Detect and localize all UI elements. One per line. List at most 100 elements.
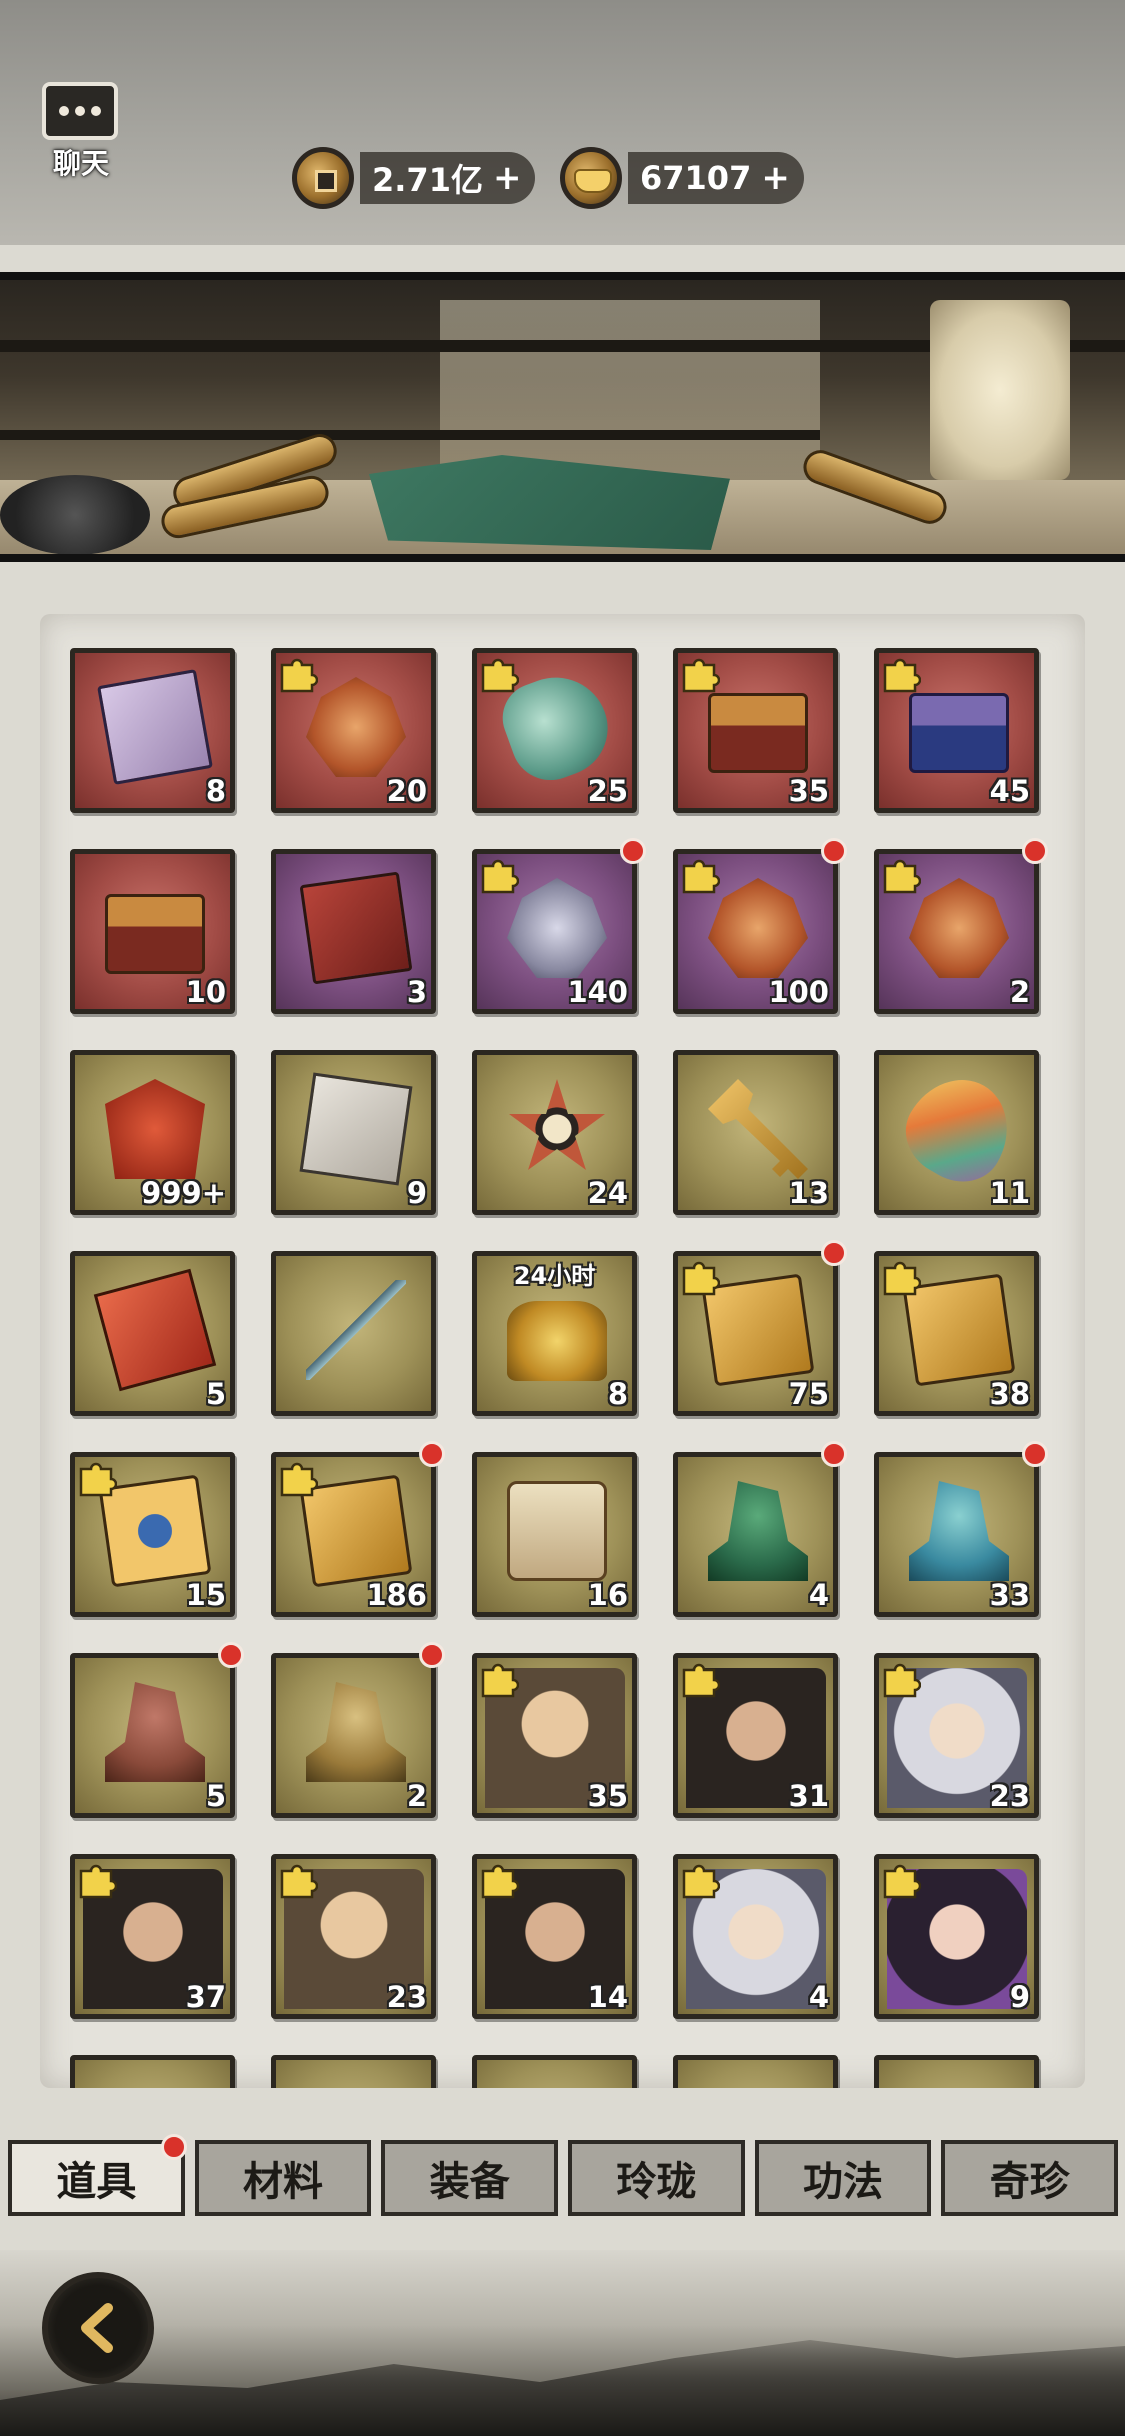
item-count: 10 xyxy=(185,975,226,1009)
inventory-slot[interactable]: 140 xyxy=(472,838,646,1014)
inventory-slot[interactable] xyxy=(271,2055,436,2088)
inventory-slot[interactable]: 4 xyxy=(673,1854,838,2019)
tab-5[interactable]: 奇珍 xyxy=(941,2140,1119,2216)
inventory-slot[interactable]: 75 xyxy=(673,1240,847,1416)
item-count: 45 xyxy=(989,774,1030,808)
item-image xyxy=(105,1079,205,1179)
inventory-slot[interactable]: 16 xyxy=(472,1452,637,1617)
inventory-slot[interactable]: 100 xyxy=(673,838,847,1014)
inventory-slot[interactable]: 37 xyxy=(70,1854,235,2019)
inventory-slot[interactable] xyxy=(70,2055,235,2088)
item-image xyxy=(909,1481,1009,1581)
item-count: 37 xyxy=(185,1980,226,2014)
item-count: 3 xyxy=(406,975,427,1009)
inventory-slot[interactable]: 8 xyxy=(70,648,235,813)
puzzle-piece-icon xyxy=(883,1261,921,1296)
puzzle-piece-icon xyxy=(682,1663,720,1698)
tab-4[interactable]: 功法 xyxy=(754,2140,932,2216)
puzzle-piece-icon xyxy=(883,1864,921,1899)
item-count: 33 xyxy=(989,1578,1030,1612)
add-ingot-button[interactable]: + xyxy=(761,158,790,198)
notification-dot xyxy=(160,2134,187,2160)
top-bar: 聊天 2.71亿 + 67107 + xyxy=(0,0,1125,245)
back-button[interactable] xyxy=(42,2272,154,2384)
inventory-slot[interactable]: 186 xyxy=(271,1441,445,1617)
notification-dot xyxy=(821,838,847,864)
inventory-slot[interactable]: 9 xyxy=(271,1050,436,1215)
inventory-slot[interactable]: 2 xyxy=(874,838,1048,1014)
tab-label: 材料 xyxy=(243,2158,323,2205)
gold-ingot-icon xyxy=(560,147,622,209)
inventory-slot[interactable]: 31 xyxy=(673,1653,838,1818)
inventory-slot[interactable]: 45 xyxy=(874,648,1039,813)
item-image xyxy=(507,1481,607,1581)
item-image xyxy=(708,1481,808,1581)
item-count: 11 xyxy=(989,1176,1030,1210)
inventory-slot[interactable]: 3 xyxy=(271,849,436,1014)
tab-label: 玲珑 xyxy=(616,2158,697,2205)
ingot-value: 67107 xyxy=(640,159,752,197)
item-count: 9 xyxy=(1009,1980,1030,2014)
inventory-slot[interactable]: 5 xyxy=(70,1642,244,1818)
inventory-slot[interactable]: 2 xyxy=(271,1642,445,1818)
item-image xyxy=(306,1682,406,1782)
item-count: 23 xyxy=(386,1980,427,2014)
inventory-slot[interactable] xyxy=(673,2055,838,2088)
chat-bubble-icon xyxy=(42,82,118,140)
puzzle-piece-icon xyxy=(79,1864,117,1899)
puzzle-piece-icon xyxy=(481,658,519,693)
tab-0[interactable]: 道具 xyxy=(8,2134,187,2216)
inventory-slot[interactable]: 11 xyxy=(874,1050,1039,1215)
inventory-slot[interactable]: 5 xyxy=(70,1251,235,1416)
inventory-slot[interactable]: 35 xyxy=(472,1653,637,1818)
item-count: 5 xyxy=(205,1779,226,1813)
inventory-slot[interactable]: 14 xyxy=(472,1854,637,2019)
inventory-slot[interactable]: 4 xyxy=(673,1441,847,1617)
item-image xyxy=(299,871,413,985)
puzzle-piece-icon xyxy=(682,1864,720,1899)
item-count: 35 xyxy=(587,1779,628,1813)
tab-3[interactable]: 玲珑 xyxy=(568,2140,745,2216)
inventory-slot[interactable]: 15 xyxy=(70,1452,235,1617)
inventory-slot[interactable]: 24 xyxy=(472,1050,637,1215)
item-count: 23 xyxy=(989,1779,1030,1813)
inventory-slot[interactable] xyxy=(472,2055,637,2088)
inventory-slot[interactable]: 33 xyxy=(874,1441,1048,1617)
footer-landscape xyxy=(0,2250,1125,2436)
item-count: 4 xyxy=(808,1578,829,1612)
tab-2[interactable]: 装备 xyxy=(381,2140,559,2216)
item-count: 35 xyxy=(788,774,829,808)
item-count: 8 xyxy=(607,1377,628,1411)
tab-label: 功法 xyxy=(803,2158,884,2205)
item-image xyxy=(299,1072,413,1186)
inventory-slot[interactable]: 9 xyxy=(874,1854,1039,2019)
back-arrow-icon xyxy=(81,2303,113,2353)
tab-1[interactable]: 材料 xyxy=(194,2140,372,2216)
inventory-slot[interactable]: 38 xyxy=(874,1251,1039,1416)
inventory-slot[interactable] xyxy=(271,1251,436,1416)
add-copper-button[interactable]: + xyxy=(493,158,522,198)
item-count: 100 xyxy=(768,975,829,1009)
inventory-slot[interactable]: 999+ xyxy=(70,1050,235,1215)
inventory-slot[interactable]: 20 xyxy=(271,648,436,813)
item-count: 9 xyxy=(406,1176,427,1210)
inventory-slot[interactable]: 25 xyxy=(472,648,637,813)
item-image xyxy=(97,669,213,785)
puzzle-piece-icon xyxy=(682,1261,720,1296)
inventory-slot[interactable]: 23 xyxy=(874,1653,1039,1818)
item-image xyxy=(708,1079,808,1179)
puzzle-piece-icon xyxy=(481,1663,519,1698)
inventory-slot[interactable]: 13 xyxy=(673,1050,838,1215)
inventory-slot[interactable]: 35 xyxy=(673,648,838,813)
inventory-slot[interactable]: 24小时 8 xyxy=(472,1251,637,1416)
inventory-slot[interactable] xyxy=(874,2055,1039,2088)
notification-dot xyxy=(218,1642,244,1668)
inventory-slot[interactable]: 23 xyxy=(271,1854,436,2019)
puzzle-piece-icon xyxy=(883,658,921,693)
chat-button[interactable]: 聊天 xyxy=(36,82,126,182)
inventory-slot[interactable]: 10 xyxy=(70,849,235,1014)
inventory-grid: 8 20 25 35 45 10 3 140 100 2 999+ 9 24 13 11 5 24小时 8 75 38… xyxy=(70,648,1048,2088)
inventory-panel: 8 20 25 35 45 10 3 140 100 2 999+ 9 24 13 11 5 24小时 8 75 38… xyxy=(40,614,1085,2088)
item-image xyxy=(93,1268,217,1392)
item-count: 186 xyxy=(366,1578,427,1612)
